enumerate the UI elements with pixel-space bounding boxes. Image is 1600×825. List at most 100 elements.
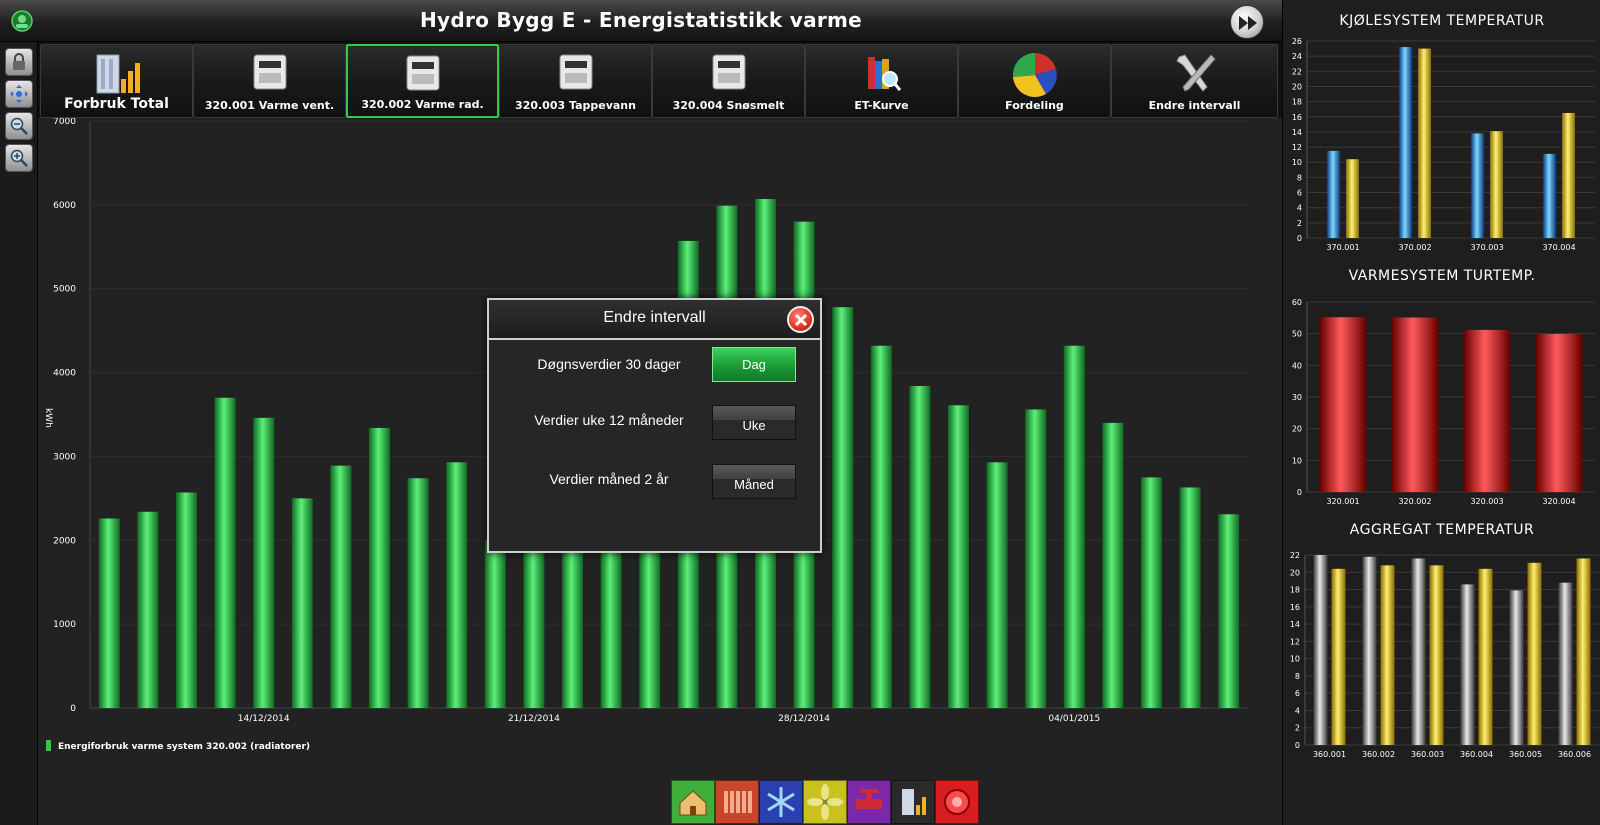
x-tick-label: 14/12/2014 xyxy=(238,714,290,724)
bar xyxy=(1411,558,1426,745)
zoom-out-icon xyxy=(10,117,28,135)
y-tick-label: 60 xyxy=(1292,298,1302,307)
y-tick-label: 8 xyxy=(1297,173,1302,182)
bar xyxy=(253,417,275,708)
bar xyxy=(407,478,429,708)
puzzle-snowflake-button[interactable] xyxy=(759,780,803,824)
toolbar-varme-rad[interactable]: 320.002 Varme rad. xyxy=(346,44,499,118)
y-tick-label: 20 xyxy=(1292,425,1302,434)
toolbar-label: 320.002 Varme rad. xyxy=(361,98,484,111)
bar xyxy=(291,498,313,708)
x-tick-label: 370.004 xyxy=(1542,243,1575,252)
y-tick-label: 26 xyxy=(1292,37,1302,46)
y-tick-label: 0 xyxy=(1295,741,1300,750)
x-tick-label: 370.003 xyxy=(1470,243,1503,252)
y-tick-label: 30 xyxy=(1292,393,1302,402)
puzzle-house-button[interactable] xyxy=(671,780,715,824)
bar xyxy=(1063,345,1085,708)
interval-week-button[interactable]: Uke xyxy=(712,405,796,440)
bar xyxy=(1392,317,1438,492)
toolbar-varme-vent[interactable]: 320.001 Varme vent. xyxy=(193,44,346,118)
toolbar-fordeling[interactable]: Fordeling xyxy=(958,44,1111,118)
interval-label-month: Verdier måned 2 år xyxy=(549,471,669,487)
bar xyxy=(1460,584,1475,745)
puzzle-alarm-button[interactable] xyxy=(935,780,979,824)
x-tick-label: 370.001 xyxy=(1326,243,1359,252)
puzzle-meter-button[interactable] xyxy=(891,780,935,824)
button-label: Uke xyxy=(742,418,766,433)
y-tick-label: 6000 xyxy=(53,201,76,211)
right-panel: KJØLESYSTEM TEMPERATUR 0 2 4 6 8 10 12 14 16 18 20… xyxy=(1282,0,1600,825)
fan-icon xyxy=(807,784,843,820)
bar xyxy=(1399,47,1412,238)
x-tick-label: 320.004 xyxy=(1542,497,1575,506)
y-tick-label: 10 xyxy=(1292,158,1302,167)
aggregat-temperature-chart: 0 2 4 6 8 10 12 14 16 18 20 22 360.001 360.002 360.003… xyxy=(1290,551,1599,759)
bar xyxy=(1429,565,1444,745)
dialog-close-button[interactable] xyxy=(787,306,814,333)
y-tick-label: 22 xyxy=(1290,551,1300,560)
toolbar-et-kurve[interactable]: ET-Kurve xyxy=(805,44,958,118)
y-tick-label: 5000 xyxy=(53,285,76,295)
y-axis-label: kWh xyxy=(43,408,53,428)
puzzle-radiator-button[interactable] xyxy=(715,780,759,824)
fast-forward-button[interactable] xyxy=(1230,5,1264,39)
x-tick-label: 370.002 xyxy=(1398,243,1431,252)
left-toolstrip xyxy=(0,42,38,825)
y-tick-label: 6 xyxy=(1295,689,1300,698)
bar xyxy=(1471,133,1484,238)
y-tick-label: 10 xyxy=(1292,456,1302,465)
bar xyxy=(1478,568,1493,745)
lock-button[interactable] xyxy=(5,48,33,76)
fit-view-button[interactable] xyxy=(5,80,33,108)
bar xyxy=(1380,565,1395,745)
bar xyxy=(1346,159,1359,238)
bar xyxy=(1102,422,1124,708)
interval-day-button[interactable]: Dag xyxy=(712,347,796,382)
energy-meter-icon xyxy=(559,54,592,90)
bar xyxy=(1562,112,1575,238)
zoom-out-button[interactable] xyxy=(5,112,33,140)
x-tick-label: 320.001 xyxy=(1326,497,1359,506)
toolbar-label: Fordeling xyxy=(1005,99,1064,112)
bar xyxy=(948,405,969,708)
x-tick-label: 21/12/2014 xyxy=(508,714,560,724)
bar xyxy=(1331,568,1346,745)
x-tick-label: 360.006 xyxy=(1558,750,1591,759)
zoom-in-button[interactable] xyxy=(5,144,33,172)
x-tick-label: 360.001 xyxy=(1313,750,1346,759)
bar xyxy=(1418,48,1431,239)
puzzle-fan-button[interactable] xyxy=(803,780,847,824)
toolbar-endre-intervall[interactable]: Endre intervall xyxy=(1111,44,1278,118)
bar xyxy=(1025,409,1047,708)
chart-title-varmesystem: VARMESYSTEM TURTEMP. xyxy=(1348,268,1536,284)
bar xyxy=(330,465,352,708)
bar xyxy=(369,427,390,708)
x-tick-label: 28/12/2014 xyxy=(778,714,830,724)
y-tick-label: 3000 xyxy=(53,452,76,462)
bar xyxy=(1362,556,1377,745)
books-magnifier-icon xyxy=(867,57,901,91)
bar xyxy=(1327,150,1340,238)
close-icon xyxy=(794,313,808,327)
x-tick-label: 320.002 xyxy=(1398,497,1431,506)
pie-chart-icon xyxy=(1012,52,1057,98)
zoom-in-icon xyxy=(10,149,28,167)
interval-month-button[interactable]: Måned xyxy=(712,464,796,499)
y-tick-label: 4 xyxy=(1297,204,1302,213)
toolbar-label: ET-Kurve xyxy=(854,99,909,112)
toolbar-forbruk-total[interactable]: Forbruk Total xyxy=(40,44,193,118)
toolbar-tappevann[interactable]: 320.003 Tappevann xyxy=(499,44,652,118)
x-tick-label: 04/01/2015 xyxy=(1048,714,1100,724)
puzzle-valve-button[interactable] xyxy=(847,780,891,824)
x-tick-label: 360.002 xyxy=(1362,750,1395,759)
bar xyxy=(986,462,1008,708)
y-tick-label: 18 xyxy=(1292,98,1302,107)
toolbar-snosmelt[interactable]: 320.004 Snøsmelt xyxy=(652,44,805,118)
bar xyxy=(1313,555,1328,745)
bar xyxy=(1490,131,1503,238)
title-bar: Hydro Bygg E - Energistatistikk varme xyxy=(0,0,1282,42)
y-tick-label: 7000 xyxy=(53,118,76,127)
toolbar-label: 320.004 Snøsmelt xyxy=(672,99,785,112)
bar xyxy=(600,540,622,708)
